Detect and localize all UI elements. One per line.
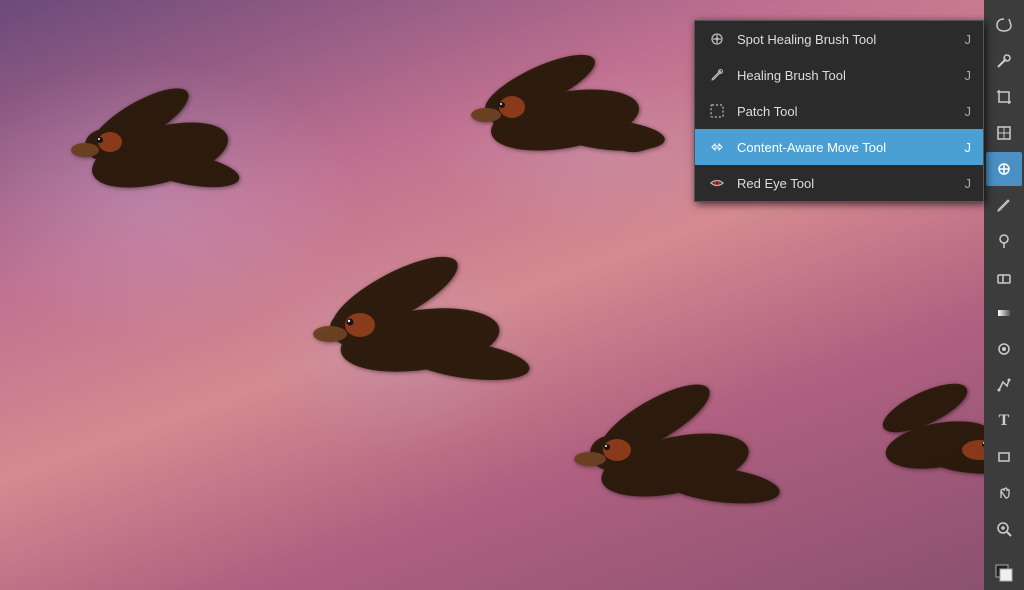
menu-item-content-aware-move-label: Content-Aware Move Tool <box>737 140 886 155</box>
menu-item-healing-brush-shortcut: J <box>965 68 972 83</box>
menu-item-spot-healing-shortcut: J <box>965 32 972 47</box>
toolbar-btn-clone[interactable] <box>986 224 1022 258</box>
menu-item-content-aware-move[interactable]: Content-Aware Move Tool J <box>695 129 983 165</box>
menu-item-patch-label: Patch Tool <box>737 104 797 119</box>
menu-item-red-eye[interactable]: Red Eye Tool J <box>695 165 983 201</box>
menu-item-content-aware-move-shortcut: J <box>965 140 972 155</box>
toolbar-btn-brush[interactable] <box>986 188 1022 222</box>
context-menu: Spot Healing Brush Tool J Healing Brush … <box>694 20 984 202</box>
duck-top-right <box>450 40 680 180</box>
duck-middle <box>290 240 550 410</box>
toolbar-btn-dodge[interactable] <box>986 332 1022 366</box>
menu-item-healing-brush-label: Healing Brush Tool <box>737 68 846 83</box>
menu-item-spot-healing-label: Spot Healing Brush Tool <box>737 32 876 47</box>
menu-item-spot-healing[interactable]: Spot Healing Brush Tool J <box>695 21 983 57</box>
toolbar-btn-pen[interactable] <box>986 368 1022 402</box>
toolbar-btn-type[interactable]: T <box>986 404 1022 438</box>
toolbar-btn-shape[interactable] <box>986 440 1022 474</box>
toolbar-btn-crop[interactable] <box>986 80 1022 114</box>
spot-healing-icon <box>707 29 727 49</box>
duck-top-left <box>60 70 280 220</box>
red-eye-icon <box>707 173 727 193</box>
content-aware-move-icon <box>707 137 727 157</box>
menu-item-patch-shortcut: J <box>965 104 972 119</box>
duck-bottom-center <box>555 370 795 530</box>
toolbar-btn-zoom[interactable] <box>986 512 1022 546</box>
menu-item-red-eye-shortcut: J <box>965 176 972 191</box>
healing-brush-icon <box>707 65 727 85</box>
toolbar-btn-fgbg[interactable] <box>986 556 1022 590</box>
toolbar-btn-hand[interactable] <box>986 476 1022 510</box>
toolbar-btn-lasso[interactable] <box>986 8 1022 42</box>
menu-item-red-eye-label: Red Eye Tool <box>737 176 814 191</box>
patch-icon <box>707 101 727 121</box>
toolbar-btn-wand[interactable] <box>986 44 1022 78</box>
toolbar-btn-slice[interactable] <box>986 116 1022 150</box>
menu-item-healing-brush[interactable]: Healing Brush Tool J <box>695 57 983 93</box>
toolbar-btn-gradient[interactable] <box>986 296 1022 330</box>
toolbar-btn-eraser[interactable] <box>986 260 1022 294</box>
menu-item-patch[interactable]: Patch Tool J <box>695 93 983 129</box>
toolbar: T <box>984 0 1024 590</box>
toolbar-btn-healing[interactable] <box>986 152 1022 186</box>
